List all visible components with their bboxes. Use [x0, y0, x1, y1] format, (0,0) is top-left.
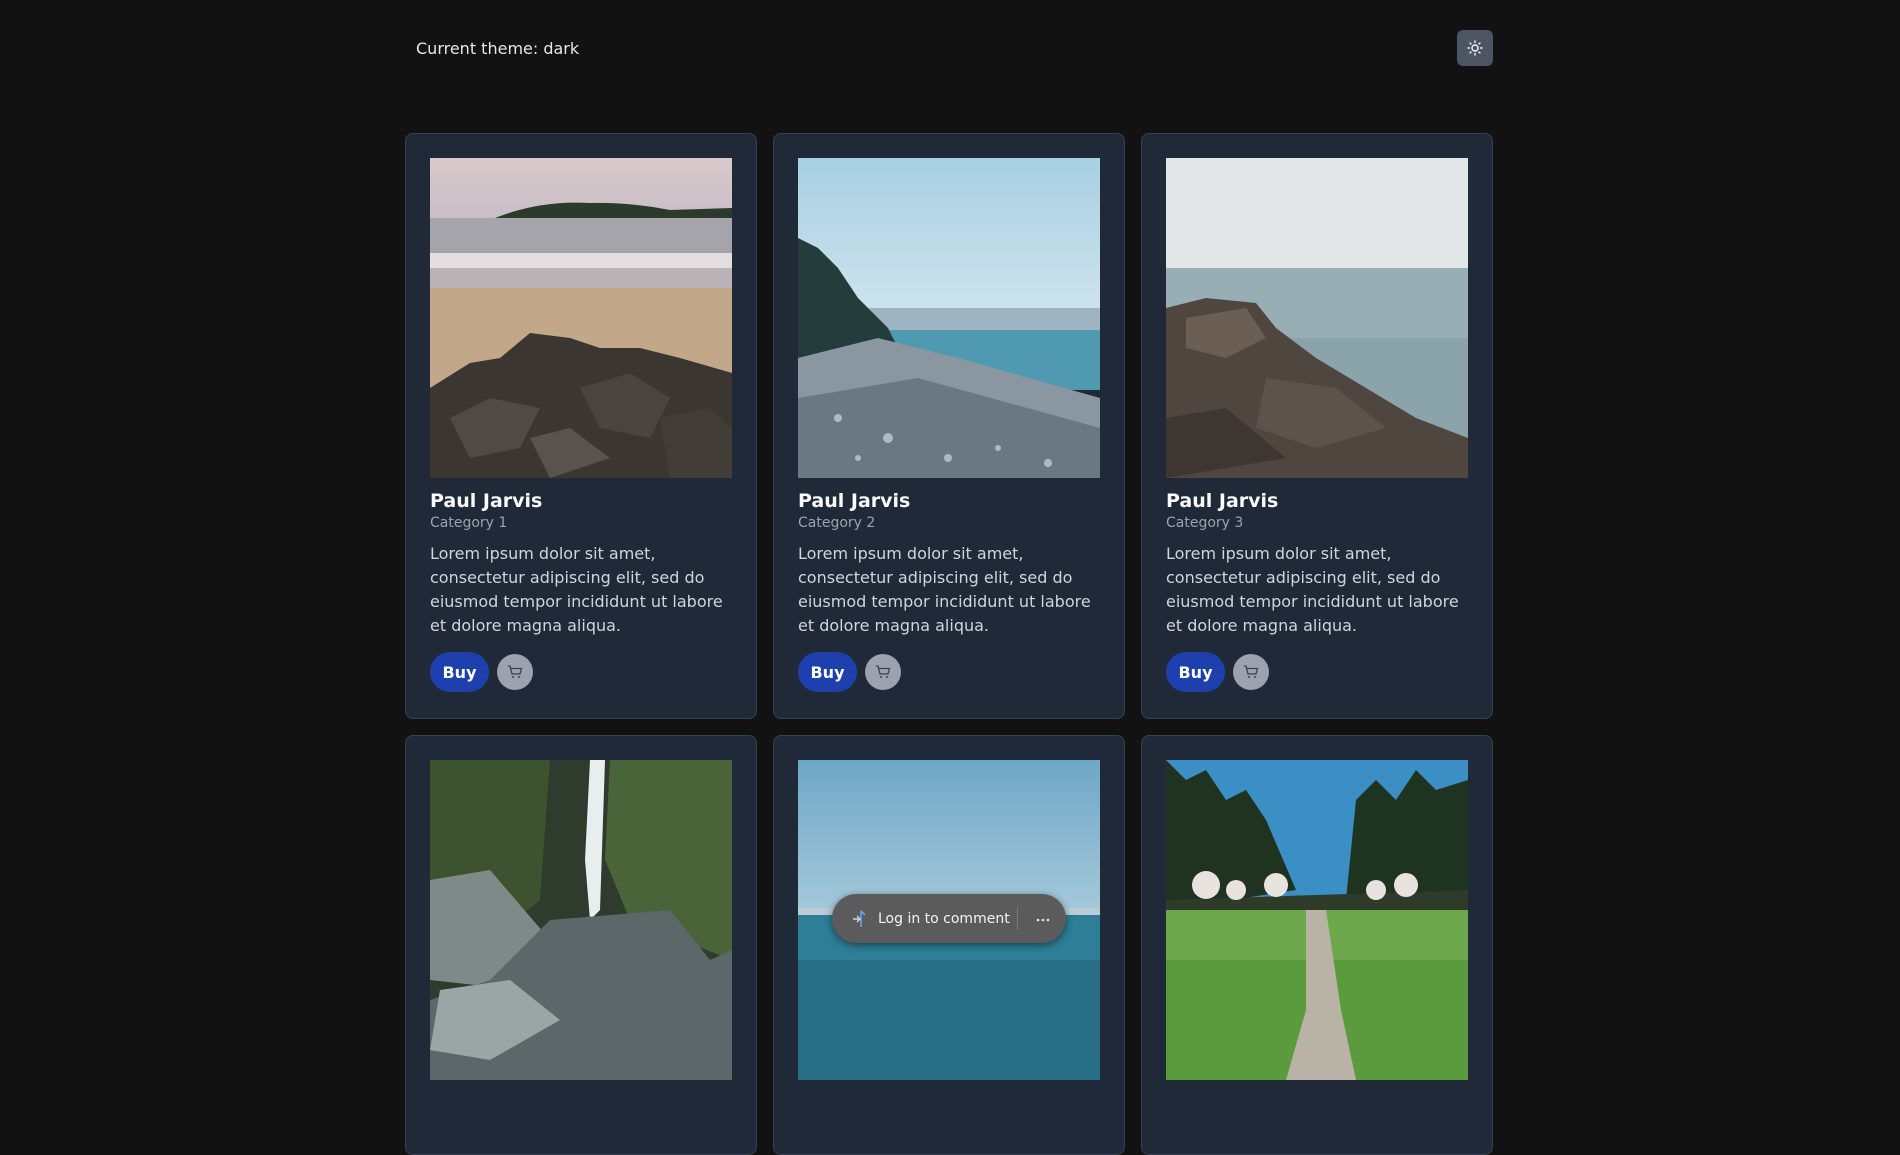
more-button[interactable]	[1030, 906, 1056, 932]
add-to-cart-button[interactable]	[865, 654, 901, 690]
rocky-coast-photo	[1166, 158, 1468, 478]
buy-button[interactable]: Buy	[1166, 652, 1225, 692]
card-title: Paul Jarvis	[798, 490, 911, 512]
card-actions: Buy	[798, 652, 1100, 692]
cart-icon	[508, 665, 523, 678]
product-card: Paul Jarvis Category 2 Lorem ipsum dolor…	[773, 133, 1125, 719]
waterfall-photo	[430, 760, 732, 1080]
card-actions: Buy	[430, 652, 732, 692]
card-actions: Buy	[1166, 652, 1468, 692]
beach-rocks-photo	[430, 158, 732, 478]
product-card	[1141, 735, 1493, 1155]
product-grid: Paul Jarvis Category 1 Lorem ipsum dolor…	[405, 133, 1493, 1155]
buy-button[interactable]: Buy	[430, 652, 489, 692]
theme-label: Current theme: dark	[416, 39, 580, 58]
top-bar: Current theme: dark	[405, 30, 1493, 68]
card-category: Category 1	[430, 515, 508, 531]
buy-button[interactable]: Buy	[798, 652, 857, 692]
product-card	[405, 735, 757, 1155]
divider	[1017, 907, 1018, 930]
card-description: Lorem ipsum dolor sit amet, consectetur …	[1166, 544, 1459, 635]
product-card: Paul Jarvis Category 3 Lorem ipsum dolor…	[1141, 133, 1493, 719]
add-to-cart-button[interactable]	[497, 654, 533, 690]
card-category: Category 2	[798, 515, 876, 531]
card-category: Category 3	[1166, 515, 1244, 531]
forest-path-photo	[1166, 760, 1468, 1080]
login-icon	[853, 909, 866, 927]
card-title: Paul Jarvis	[430, 490, 543, 512]
add-to-cart-button[interactable]	[1233, 654, 1269, 690]
more-icon	[1036, 918, 1050, 922]
cart-icon	[1244, 665, 1259, 678]
comment-bar: Log in to comment	[832, 894, 1066, 943]
card-description: Lorem ipsum dolor sit amet, consectetur …	[798, 544, 1091, 635]
product-card	[773, 735, 1125, 1155]
login-to-comment-button[interactable]: Log in to comment	[850, 909, 1010, 929]
product-card: Paul Jarvis Category 1 Lorem ipsum dolor…	[405, 133, 757, 719]
login-label: Log in to comment	[878, 910, 1010, 927]
card-title: Paul Jarvis	[1166, 490, 1279, 512]
theme-toggle-button[interactable]	[1457, 30, 1493, 66]
card-description: Lorem ipsum dolor sit amet, consectetur …	[430, 544, 723, 635]
sun-icon	[1467, 40, 1483, 56]
cart-icon	[876, 665, 891, 678]
pebble-shore-photo	[798, 158, 1100, 478]
